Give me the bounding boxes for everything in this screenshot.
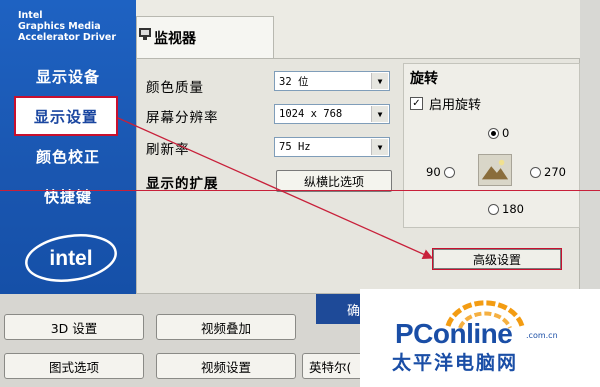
color-quality-value: 32 位 [279,75,309,88]
video-settings-button[interactable]: 视频设置 [156,353,296,379]
sidebar-item-color-correction[interactable]: 颜色校正 [0,136,136,176]
3d-settings-button[interactable]: 3D 设置 [4,314,144,340]
watermark-domain: .com.cn [526,331,558,340]
rotation-option-label: 0 [502,126,510,140]
brand-line-2: Graphics Media [18,21,101,32]
rotation-radio-180[interactable]: 180 [488,202,524,216]
enable-rotation-checkbox[interactable]: ✓ 启用旋转 [410,94,481,113]
watermark-logo: PConline [395,318,513,349]
sidebar-item-label: 显示设置 [33,107,98,126]
sidebar-item-label: 显示设备 [35,67,100,86]
display-extension-label: 显示的扩展 [146,176,219,192]
sidebar-item-hotkeys[interactable]: 快捷键 [0,176,136,216]
chevron-down-icon[interactable]: ▼ [371,106,388,122]
rotation-title: 旋转 [410,71,438,87]
tab-label: 监视器 [154,31,196,47]
video-overlay-button[interactable]: 视频叠加 [156,314,296,340]
intel-logo: intel [25,234,117,282]
sidebar-item-label: 颜色校正 [35,147,100,166]
rotation-radio-270[interactable]: 270 [530,165,566,179]
advanced-settings-button[interactable]: 高级设置 [432,248,562,270]
rotation-option-label: 90 [426,165,441,179]
brand-line-1: Intel [18,10,43,21]
refresh-rate-label: 刷新率 [146,142,190,158]
ok-button-partial[interactable]: 确 [316,294,364,324]
sidebar-item-display-settings[interactable]: 显示设置 [14,96,118,136]
rotation-radio-0[interactable]: 0 [488,126,509,140]
refresh-rate-value: 75 Hz [279,141,311,153]
chevron-down-icon[interactable]: ▼ [371,73,388,89]
chevron-down-icon[interactable]: ▼ [371,139,388,155]
rotation-option-label: 180 [502,202,524,216]
aspect-ratio-button[interactable]: 纵横比选项 [276,170,392,192]
radio-icon[interactable] [488,203,499,215]
sidebar-item-display-devices[interactable]: 显示设备 [0,56,136,96]
radio-icon[interactable] [530,166,541,178]
color-quality-select[interactable]: 32 位 ▼ [274,71,390,91]
color-quality-label: 颜色质量 [146,80,204,96]
watermark-cn: 太平洋电脑网 [392,352,519,374]
brand-line-3: Accelerator Driver [18,32,117,43]
refresh-rate-select[interactable]: 75 Hz ▼ [274,137,390,157]
resolution-value: 1024 x 768 [279,108,343,120]
rotation-option-label: 270 [544,165,566,179]
rotation-radio-90[interactable]: 90 [426,165,455,179]
guide-line [0,190,600,191]
resolution-select[interactable]: 1024 x 768 ▼ [274,104,390,124]
rotation-preview-icon [478,154,512,186]
radio-icon[interactable] [443,166,455,178]
sidebar-item-label: 快捷键 [43,187,92,206]
intel-logo-text: intel [49,247,92,270]
graphics-options-button[interactable]: 图式选项 [4,353,144,379]
resolution-label: 屏幕分辨率 [146,110,219,126]
checkbox-checked-icon[interactable]: ✓ [410,97,423,110]
monitor-icon [139,28,151,40]
enable-rotation-label: 启用旋转 [429,98,482,113]
radio-selected-icon[interactable] [488,127,499,139]
brand-text: Intel Graphics Media Accelerator Driver [18,10,136,43]
